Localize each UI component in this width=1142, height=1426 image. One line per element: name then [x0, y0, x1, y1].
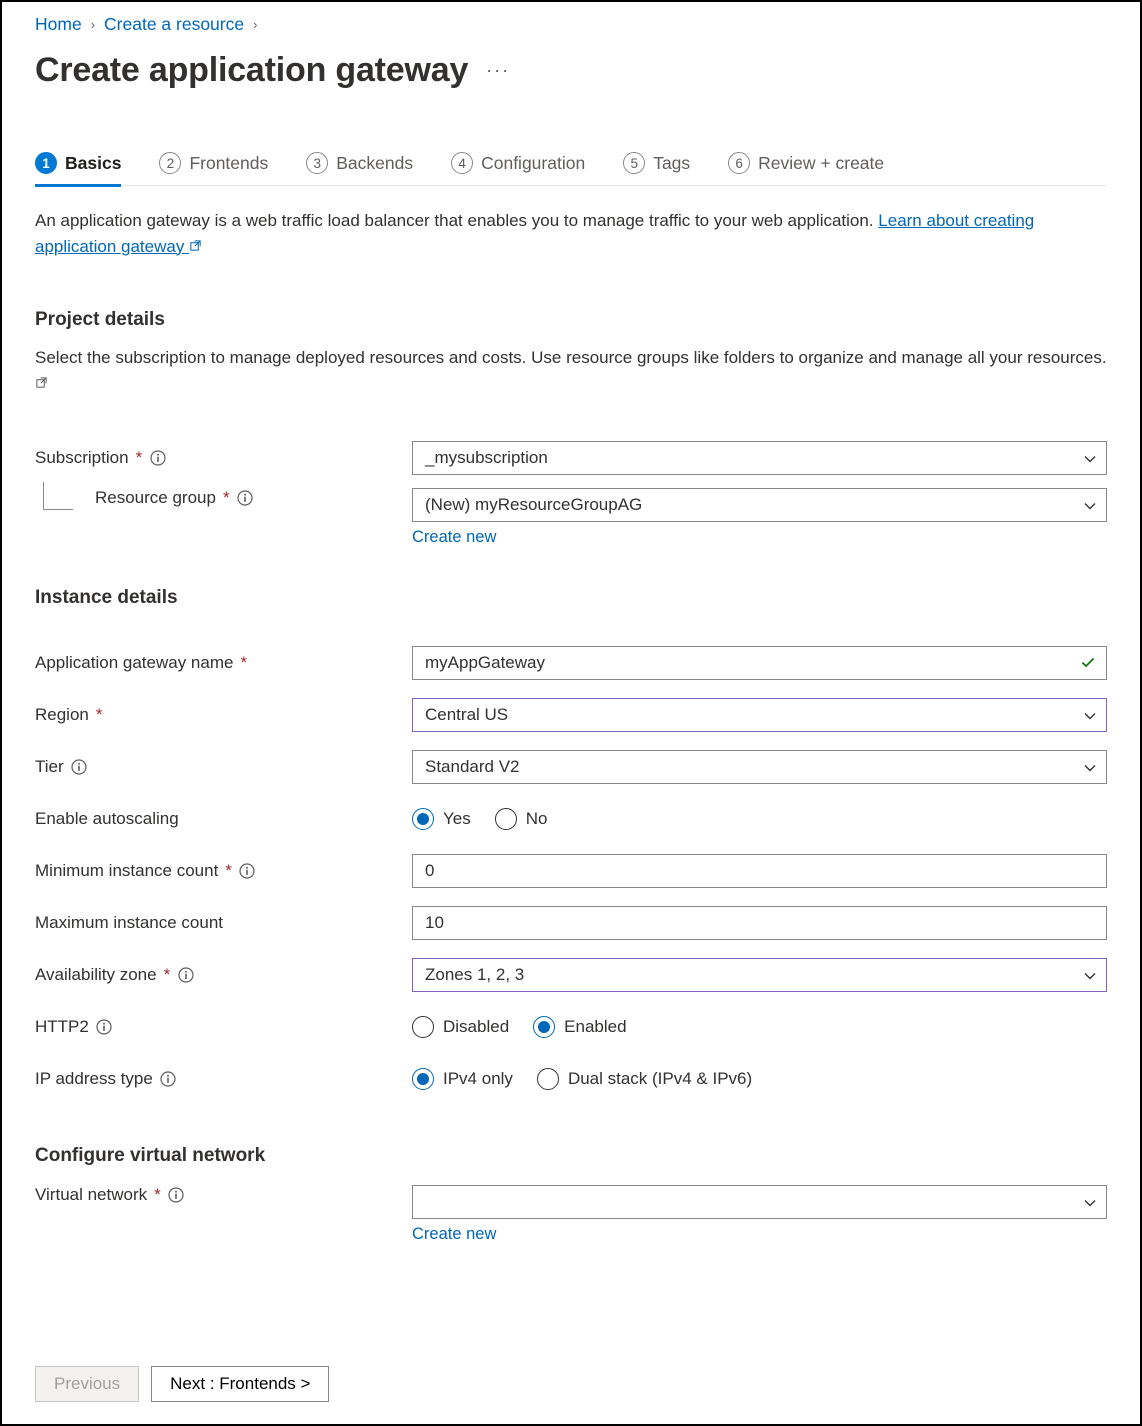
more-icon[interactable]: ··· [486, 60, 510, 81]
label-resource-group: Resource group * [35, 488, 412, 508]
label-max-instance: Maximum instance count [35, 913, 412, 933]
check-icon [1079, 653, 1097, 676]
external-link-icon [35, 376, 48, 392]
ip-v4-only-radio[interactable]: IPv4 only [412, 1068, 513, 1090]
tab-label: Frontends [189, 153, 268, 174]
app-gateway-name-input[interactable] [412, 646, 1107, 680]
label-min-instance: Minimum instance count * [35, 861, 412, 881]
previous-button[interactable]: Previous [35, 1366, 139, 1402]
intro-text: An application gateway is a web traffic … [35, 208, 1107, 259]
resource-group-select[interactable]: (New) myResourceGroupAG [412, 488, 1107, 522]
tab-label: Tags [653, 153, 690, 174]
required-icon: * [164, 965, 171, 985]
tier-select[interactable]: Standard V2 [412, 750, 1107, 784]
info-icon[interactable] [237, 489, 254, 506]
tab-label: Configuration [481, 153, 585, 174]
autoscale-no-radio[interactable]: No [495, 808, 548, 830]
required-icon: * [136, 448, 143, 468]
http2-disabled-radio[interactable]: Disabled [412, 1016, 509, 1038]
tab-frontends[interactable]: 2 Frontends [159, 152, 268, 185]
min-instance-input[interactable] [412, 854, 1107, 888]
info-icon[interactable] [168, 1186, 185, 1203]
section-instance-details: Instance details [35, 587, 1107, 609]
section-project-details: Project details [35, 309, 1107, 331]
tab-label: Backends [336, 153, 413, 174]
virtual-network-select[interactable] [412, 1185, 1107, 1219]
label-region: Region * [35, 705, 412, 725]
tab-label: Review + create [758, 153, 884, 174]
external-link-icon [189, 239, 202, 255]
label-tier: Tier [35, 757, 412, 777]
radio-icon [495, 808, 517, 830]
label-enable-autoscaling: Enable autoscaling [35, 809, 412, 829]
availability-zone-select[interactable]: Zones 1, 2, 3 [412, 958, 1107, 992]
section-desc: Select the subscription to manage deploy… [35, 345, 1107, 398]
info-icon[interactable] [149, 449, 166, 466]
required-icon: * [223, 488, 230, 508]
required-icon: * [154, 1185, 161, 1205]
region-select[interactable]: Central US [412, 698, 1107, 732]
required-icon: * [240, 653, 247, 673]
label-http2: HTTP2 [35, 1017, 412, 1037]
breadcrumb-home[interactable]: Home [35, 14, 82, 35]
label-virtual-network: Virtual network * [35, 1185, 412, 1205]
tab-configuration[interactable]: 4 Configuration [451, 152, 585, 185]
section-configure-vnet: Configure virtual network [35, 1145, 1107, 1167]
footer: Previous Next : Frontends > [35, 1306, 1107, 1402]
label-app-gateway-name: Application gateway name * [35, 653, 412, 673]
radio-icon [537, 1068, 559, 1090]
breadcrumb-create-resource[interactable]: Create a resource [104, 14, 244, 35]
create-new-rg-link[interactable]: Create new [412, 528, 1107, 547]
tab-backends[interactable]: 3 Backends [306, 152, 413, 185]
tab-label: Basics [65, 153, 121, 174]
tab-tags[interactable]: 5 Tags [623, 152, 690, 185]
info-icon[interactable] [239, 862, 256, 879]
chevron-right-icon: › [91, 17, 95, 32]
label-subscription: Subscription * [35, 448, 412, 468]
info-icon[interactable] [177, 966, 194, 983]
required-icon: * [96, 705, 103, 725]
label-ip-address-type: IP address type [35, 1069, 412, 1089]
chevron-right-icon: › [253, 17, 257, 32]
radio-icon [412, 1068, 434, 1090]
create-new-vnet-link[interactable]: Create new [412, 1225, 1107, 1244]
info-icon[interactable] [160, 1070, 177, 1087]
required-icon: * [225, 861, 232, 881]
tab-review-create[interactable]: 6 Review + create [728, 152, 884, 185]
tab-basics[interactable]: 1 Basics [35, 152, 121, 185]
info-icon[interactable] [71, 758, 88, 775]
max-instance-input[interactable] [412, 906, 1107, 940]
tabs: 1 Basics 2 Frontends 3 Backends 4 Config… [35, 152, 1107, 186]
page-title: Create application gateway [35, 51, 468, 90]
label-availability-zone: Availability zone * [35, 965, 412, 985]
ip-dual-stack-radio[interactable]: Dual stack (IPv4 & IPv6) [537, 1068, 752, 1090]
http2-enabled-radio[interactable]: Enabled [533, 1016, 626, 1038]
radio-icon [533, 1016, 555, 1038]
info-icon[interactable] [96, 1018, 113, 1035]
breadcrumb: Home › Create a resource › [35, 12, 1107, 51]
radio-icon [412, 808, 434, 830]
next-button[interactable]: Next : Frontends > [151, 1366, 329, 1402]
subscription-select[interactable]: _mysubscription [412, 441, 1107, 475]
autoscale-yes-radio[interactable]: Yes [412, 808, 471, 830]
radio-icon [412, 1016, 434, 1038]
